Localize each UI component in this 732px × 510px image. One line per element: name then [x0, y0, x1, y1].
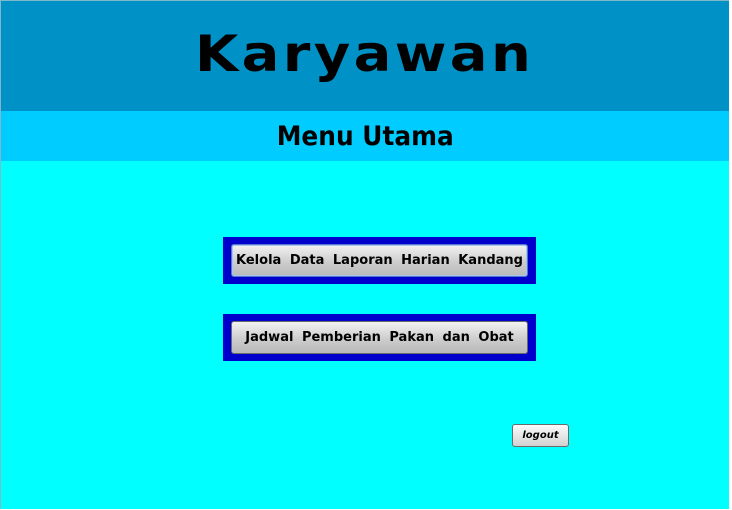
feed-medicine-schedule-button[interactable]: Jadwal Pemberian Pakan dan Obat	[231, 321, 528, 354]
report-button-frame: Kelola Data Laporan Harian Kandang	[223, 237, 536, 284]
menu-title: Menu Utama	[276, 120, 454, 152]
header-banner: Karyawan	[1, 1, 729, 111]
subheader-banner: Menu Utama	[1, 111, 729, 161]
schedule-button-frame: Jadwal Pemberian Pakan dan Obat	[223, 314, 536, 361]
logout-button[interactable]: logout	[512, 424, 569, 447]
main-window: Karyawan Menu Utama Kelola Data Laporan …	[0, 0, 729, 509]
manage-daily-report-button[interactable]: Kelola Data Laporan Harian Kandang	[231, 244, 528, 277]
page-title: Karyawan	[195, 25, 535, 83]
